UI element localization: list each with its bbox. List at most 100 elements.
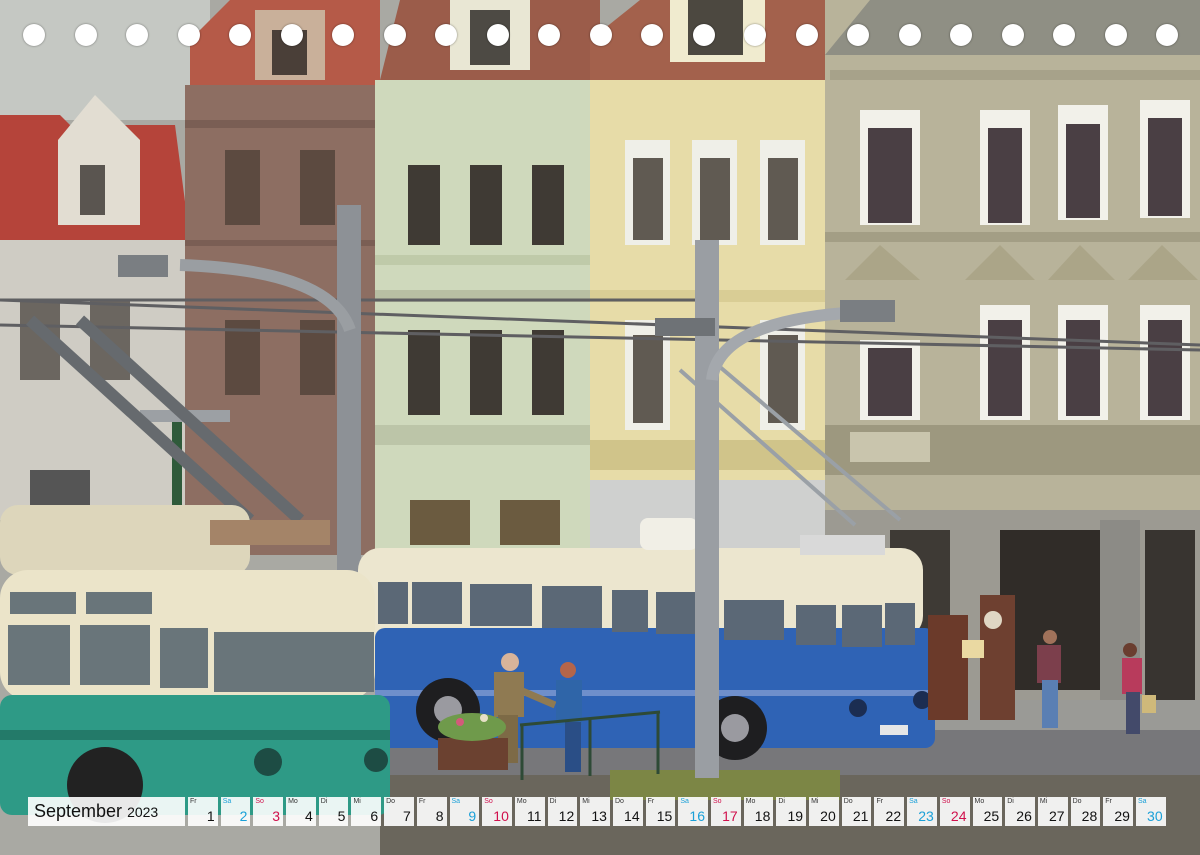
day-cell: Mo 25 bbox=[972, 797, 1003, 826]
binding-hole bbox=[795, 24, 818, 46]
binding-hole bbox=[383, 24, 406, 46]
day-number: 27 bbox=[1048, 808, 1065, 824]
day-cell: So 17 bbox=[711, 797, 741, 826]
day-cell: Do 21 bbox=[841, 797, 872, 826]
day-of-week: So bbox=[713, 798, 722, 805]
day-cell: Mo 11 bbox=[514, 797, 545, 826]
calendar-strip: September 2023 Fr 1 Sa 2 So 3 Mo 4 Di 5 Mi 6 Do 7 Fr 8 S… bbox=[28, 797, 1166, 826]
binding-hole bbox=[486, 24, 509, 46]
binding-hole bbox=[1156, 24, 1178, 46]
binding-hole bbox=[435, 24, 457, 46]
day-number: 30 bbox=[1147, 808, 1163, 824]
day-number: 24 bbox=[950, 808, 967, 824]
day-number: 15 bbox=[656, 808, 673, 824]
grass-strip bbox=[610, 770, 840, 800]
binding-hole bbox=[1001, 24, 1024, 46]
day-of-week: Fr bbox=[418, 798, 426, 805]
sky-patch bbox=[0, 0, 210, 120]
day-number: 25 bbox=[983, 808, 1000, 824]
day-number: 18 bbox=[754, 808, 771, 824]
spiral-binding bbox=[0, 24, 1200, 50]
day-of-week: Mi bbox=[811, 798, 819, 805]
day-number: 21 bbox=[852, 808, 869, 824]
day-number: 2 bbox=[239, 808, 248, 824]
day-cell: Sa 9 bbox=[449, 797, 480, 826]
binding-hole bbox=[332, 24, 354, 46]
day-of-week: Fr bbox=[190, 798, 197, 805]
day-of-week: Do bbox=[843, 798, 853, 805]
day-number: 10 bbox=[493, 808, 509, 824]
binding-hole bbox=[950, 24, 972, 46]
day-cells: Fr 1 Sa 2 So 3 Mo 4 Di 5 Mi 6 Do 7 Fr 8 Sa 9 So 10 Mo 11 Di 12 M… bbox=[188, 797, 1166, 826]
binding-hole bbox=[589, 24, 612, 46]
binding-hole bbox=[641, 24, 663, 46]
day-cell: Di 26 bbox=[1005, 797, 1035, 826]
day-of-week: Di bbox=[1007, 798, 1014, 805]
day-of-week: Sa bbox=[451, 798, 461, 805]
day-cell: Do 7 bbox=[384, 797, 414, 826]
day-number: 9 bbox=[468, 808, 477, 824]
day-of-week: Sa bbox=[222, 798, 232, 805]
binding-hole bbox=[177, 24, 200, 46]
binding-hole bbox=[692, 24, 715, 46]
day-of-week: Do bbox=[1072, 798, 1082, 805]
day-cell: Mi 6 bbox=[351, 797, 382, 826]
binding-hole bbox=[744, 24, 766, 46]
day-of-week: Mo bbox=[288, 798, 298, 805]
day-of-week: Fr bbox=[876, 798, 884, 805]
day-cell: Fr 29 bbox=[1103, 797, 1133, 826]
day-of-week: Mo bbox=[745, 798, 756, 805]
day-of-week: Di bbox=[320, 798, 328, 805]
day-cell: Fr 22 bbox=[874, 797, 905, 826]
day-number: 20 bbox=[820, 808, 836, 824]
day-number: 3 bbox=[272, 808, 281, 824]
day-cell: Sa 16 bbox=[678, 797, 708, 826]
day-number: 12 bbox=[558, 808, 575, 824]
house-light-green bbox=[375, 0, 600, 550]
binding-hole bbox=[847, 24, 869, 46]
month-year: 2023 bbox=[127, 803, 159, 820]
day-cell: Di 19 bbox=[776, 797, 807, 826]
day-cell: Do 14 bbox=[612, 797, 643, 826]
day-of-week: Mi bbox=[1039, 798, 1048, 805]
day-number: 4 bbox=[304, 808, 313, 824]
month-label-box: September 2023 bbox=[28, 797, 185, 826]
day-number: 6 bbox=[370, 808, 379, 824]
day-of-week: Mi bbox=[353, 798, 361, 805]
day-cell: Mo 18 bbox=[743, 797, 774, 826]
day-cell: Fr 15 bbox=[645, 797, 676, 826]
day-of-week: Do bbox=[386, 798, 396, 805]
day-of-week: So bbox=[484, 798, 493, 805]
binding-hole bbox=[229, 24, 251, 46]
day-of-week: Sa bbox=[1137, 798, 1147, 805]
day-cell: So 24 bbox=[939, 797, 970, 826]
day-cell: Mi 20 bbox=[809, 797, 839, 826]
binding-hole bbox=[23, 24, 45, 46]
month-name: September bbox=[34, 801, 123, 821]
day-number: 7 bbox=[403, 808, 411, 824]
day-number: 29 bbox=[1114, 808, 1130, 824]
day-number: 26 bbox=[1016, 808, 1032, 824]
day-of-week: Sa bbox=[680, 798, 689, 805]
day-of-week: Di bbox=[549, 798, 557, 805]
day-cell: Mi 13 bbox=[580, 797, 610, 826]
day-cell: Sa 2 bbox=[220, 797, 251, 826]
day-number: 13 bbox=[591, 808, 607, 824]
day-cell: Fr 1 bbox=[188, 797, 218, 826]
day-number: 8 bbox=[435, 808, 444, 824]
day-of-week: Fr bbox=[647, 798, 655, 805]
day-of-week: Do bbox=[614, 798, 624, 805]
binding-hole bbox=[538, 24, 560, 46]
day-of-week: Di bbox=[778, 798, 785, 805]
sidewalk bbox=[930, 700, 1200, 730]
day-of-week: Fr bbox=[1105, 798, 1112, 805]
day-number: 5 bbox=[337, 808, 346, 824]
binding-hole bbox=[280, 24, 303, 46]
day-number: 22 bbox=[885, 808, 902, 824]
binding-hole bbox=[1053, 24, 1075, 46]
day-number: 16 bbox=[689, 808, 705, 824]
day-cell: Di 5 bbox=[318, 797, 349, 826]
day-of-week: Mo bbox=[974, 798, 985, 805]
day-of-week: Mo bbox=[516, 798, 527, 805]
day-number: 14 bbox=[624, 808, 640, 824]
